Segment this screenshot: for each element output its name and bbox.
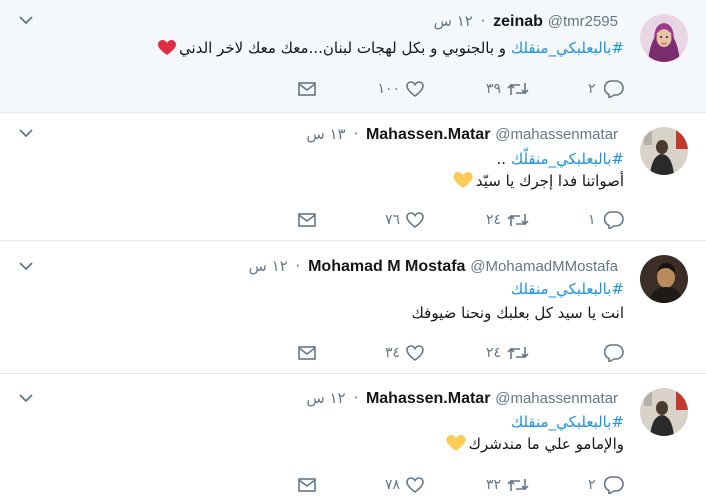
like-button[interactable]: ٧٨ xyxy=(385,474,424,496)
tweet-text: انت يا سيد كل بعلبك ونحنا ضيوفك xyxy=(412,302,624,324)
dm-button[interactable] xyxy=(298,78,316,100)
retweet-icon xyxy=(507,83,529,95)
tweet-text: #بالبعلبكي_منقلك و بالجنوبي و بكل لهجات … xyxy=(155,37,624,62)
hashtag-link[interactable]: #بالبعلبكي_منقلك xyxy=(511,413,624,431)
retweet-count: ٣٢ xyxy=(485,477,501,493)
like-count: ١٠٠ xyxy=(377,81,400,97)
chevron-down-icon[interactable] xyxy=(16,388,36,408)
retweet-icon xyxy=(507,479,529,491)
tweet-header: zeinab @tmr2595 · ١٢ س xyxy=(434,11,624,32)
reply-icon xyxy=(604,344,624,362)
reply-button[interactable]: ٢ xyxy=(588,474,624,496)
timeline: zeinab @tmr2595 · ١٢ س #بالبعلبكي_منقلك … xyxy=(0,0,706,501)
reply-button[interactable]: ٢ xyxy=(588,78,624,100)
dm-icon xyxy=(298,346,316,360)
reply-icon xyxy=(604,80,624,98)
reply-button[interactable]: ١ xyxy=(588,209,624,231)
user-handle[interactable]: @tmr2595 xyxy=(548,13,618,30)
hashtag-link[interactable]: #بالبعلبكي_منقلّك xyxy=(511,150,624,168)
chevron-down-icon[interactable] xyxy=(16,123,36,143)
tweet-text-line: .. xyxy=(496,150,511,168)
like-count: ٣٤ xyxy=(384,345,400,361)
dm-icon xyxy=(298,213,316,227)
like-button[interactable]: ١٠٠ xyxy=(377,78,424,100)
avatar[interactable] xyxy=(640,255,688,303)
dm-icon xyxy=(298,478,316,492)
retweet-count: ٢٤ xyxy=(485,212,501,228)
chevron-down-icon[interactable] xyxy=(16,256,36,276)
timestamp[interactable]: ١٢ س xyxy=(306,389,345,407)
tweet-text: أصواتنا فدا إجرك يا سيّد xyxy=(450,170,624,195)
display-name[interactable]: zeinab xyxy=(493,13,543,30)
dm-button[interactable] xyxy=(298,342,316,364)
hashtag-link[interactable]: #بالبعلبكي_منقلك xyxy=(511,280,624,298)
retweet-icon xyxy=(507,347,529,359)
separator: · xyxy=(295,257,301,275)
dm-button[interactable] xyxy=(298,474,316,496)
timestamp[interactable]: ١٢ س xyxy=(249,257,288,275)
like-icon xyxy=(406,477,424,493)
like-count: ٧٦ xyxy=(384,212,400,228)
user-handle[interactable]: @MohamadMMostafa xyxy=(470,258,618,275)
tweet[interactable]: zeinab @tmr2595 · ١٢ س #بالبعلبكي_منقلك … xyxy=(0,0,706,113)
display-name[interactable]: Mahassen.Matar xyxy=(366,126,491,143)
dm-button[interactable] xyxy=(298,209,316,231)
display-name[interactable]: Mohamad M Mostafa xyxy=(308,258,465,275)
timestamp[interactable]: ١٢ س xyxy=(434,12,473,30)
tweet-text: والإمامو علي ما مندشرك xyxy=(443,433,624,458)
user-handle[interactable]: @mahassenmatar xyxy=(495,390,618,407)
reply-icon xyxy=(604,476,624,494)
retweet-button[interactable]: ٢٤ xyxy=(486,209,529,231)
dm-icon xyxy=(298,82,316,96)
retweet-button[interactable]: ٣٢ xyxy=(486,474,529,496)
tweet-actions: ٢٤ ٣٤ xyxy=(294,342,624,364)
tweet-actions: ٢ ٣٩ ١٠٠ xyxy=(294,78,624,100)
retweet-icon xyxy=(507,214,529,226)
tweet-text-line: والإمامو علي ما مندشرك xyxy=(468,435,624,453)
tweet[interactable]: Mohamad M Mostafa @MohamadMMostafa · ١٢ … xyxy=(0,241,706,374)
like-button[interactable]: ٣٤ xyxy=(385,342,424,364)
tweet-header: Mahassen.Matar @mahassenmatar · ١٣ س xyxy=(306,124,624,145)
tweet[interactable]: Mahassen.Matar @mahassenmatar · ١٣ س #با… xyxy=(0,113,706,241)
tweet-text-line: و بالجنوبي و بكل لهجات لبنان...معك معك ل… xyxy=(179,39,511,57)
user-handle[interactable]: @mahassenmatar xyxy=(495,126,618,143)
tweet-actions: ١ ٢٤ ٧٦ xyxy=(294,209,624,231)
reply-button[interactable] xyxy=(588,342,624,364)
tweet-header: Mohamad M Mostafa @MohamadMMostafa · ١٢ … xyxy=(249,256,624,277)
tweet-text: #بالبعلبكي_منقلك xyxy=(511,411,624,433)
separator: · xyxy=(353,389,359,407)
avatar[interactable] xyxy=(640,127,688,175)
reply-icon xyxy=(604,211,624,229)
like-count: ٧٨ xyxy=(384,477,400,493)
like-button[interactable]: ٧٦ xyxy=(385,209,424,231)
tweet-text-line: انت يا سيد كل بعلبك ونحنا ضيوفك xyxy=(411,304,624,322)
avatar[interactable] xyxy=(640,14,688,62)
yellow-heart-icon xyxy=(453,172,473,195)
separator: · xyxy=(353,125,359,143)
like-icon xyxy=(406,81,424,97)
reply-count: ٢ xyxy=(588,81,596,97)
timestamp[interactable]: ١٣ س xyxy=(306,125,345,143)
like-icon xyxy=(406,345,424,361)
reply-count: ١ xyxy=(588,212,596,228)
tweet-text: #بالبعلبكي_منقلك xyxy=(511,278,624,300)
retweet-button[interactable]: ٢٤ xyxy=(486,342,529,364)
retweet-count: ٢٤ xyxy=(485,345,501,361)
reply-count: ٢ xyxy=(588,477,596,493)
chevron-down-icon[interactable] xyxy=(16,10,36,30)
tweet-header: Mahassen.Matar @mahassenmatar · ١٢ س xyxy=(306,388,624,409)
tweet-actions: ٢ ٣٢ ٧٨ xyxy=(294,474,624,496)
hashtag-link[interactable]: #بالبعلبكي_منقلك xyxy=(511,39,624,57)
retweet-count: ٣٩ xyxy=(485,81,501,97)
yellow-heart-icon xyxy=(446,435,466,458)
retweet-button[interactable]: ٣٩ xyxy=(486,78,529,100)
tweet[interactable]: Mahassen.Matar @mahassenmatar · ١٢ س #با… xyxy=(0,374,706,501)
tweet-text-line: أصواتنا فدا إجرك يا سيّد xyxy=(475,172,624,190)
avatar[interactable] xyxy=(640,388,688,436)
red-heart-icon xyxy=(158,40,177,62)
like-icon xyxy=(406,212,424,228)
tweet-text: #بالبعلبكي_منقلّك .. xyxy=(497,148,625,170)
display-name[interactable]: Mahassen.Matar xyxy=(366,390,491,407)
separator: · xyxy=(480,12,486,30)
